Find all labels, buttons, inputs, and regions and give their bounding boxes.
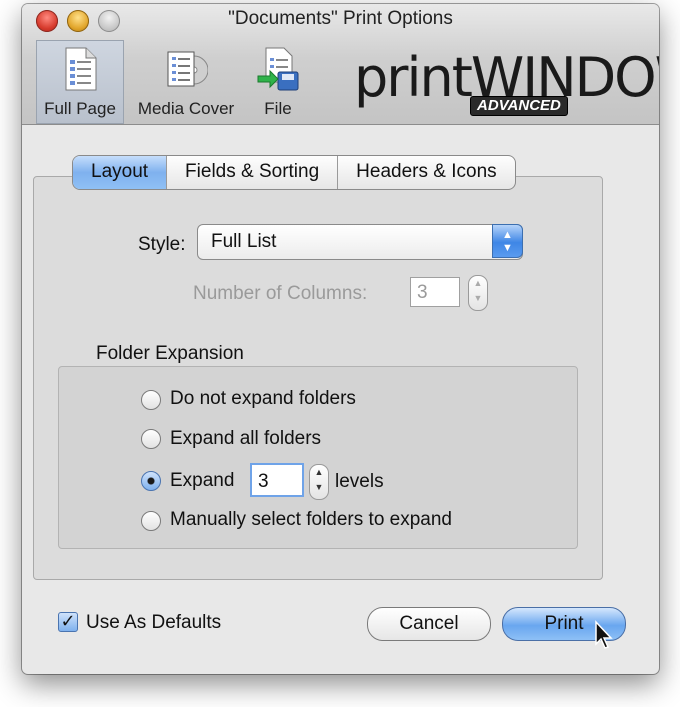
save-file-icon [257,47,299,91]
columns-stepper[interactable]: ▲ ▼ [468,275,488,311]
style-label: Style: [138,234,186,255]
mouse-pointer-icon [595,620,613,649]
radio-label: Manually select folders to expand [170,509,452,530]
toolbar-label: Media Cover [137,99,235,118]
folder-expansion-title: Folder Expansion [96,343,244,364]
updown-arrows-icon: ▲ ▼ [492,224,523,258]
style-value: Full List [211,231,277,252]
radio-manual-select[interactable] [141,511,161,531]
tab-layout[interactable]: Layout [73,156,168,189]
window-title: "Documents" Print Options [228,8,453,29]
media-cover-icon [167,51,208,87]
tab-headers-icons[interactable]: Headers & Icons [338,156,514,189]
toolbar-full-page[interactable]: Full Page [36,40,124,124]
radio-expand-levels[interactable] [141,471,161,491]
toolbar-label: File [264,99,292,118]
levels-label: levels [335,471,384,492]
tab-bar: Layout Fields & Sorting Headers & Icons [72,155,516,190]
use-as-defaults-label: Use As Defaults [86,612,222,633]
radio-label: Expand [170,470,235,491]
toolbar-media-cover[interactable]: Media Cover [128,40,244,124]
toolbar-file[interactable]: File [248,40,308,124]
columns-label: Number of Columns: [193,283,368,304]
cancel-button[interactable]: Cancel [367,607,491,641]
columns-field[interactable]: 3 [410,277,460,307]
use-as-defaults-checkbox[interactable]: ✓ [58,612,78,632]
logo-badge: ADVANCED [470,96,568,116]
radio-expand-all[interactable] [141,429,161,449]
titlebar: "Documents" Print Options Full Page Medi… [22,4,659,125]
printwindow-logo: printWINDOW4.0 ADVANCED [354,48,659,118]
expand-levels-stepper[interactable]: ▲ ▼ [309,464,329,500]
toolbar-label: Full Page [44,99,116,118]
document-icon [65,47,97,91]
radio-label: Do not expand folders [170,388,356,409]
radio-do-not-expand[interactable] [141,390,161,410]
tab-fields-sorting[interactable]: Fields & Sorting [167,156,339,189]
expand-levels-field[interactable]: 3 [250,463,304,497]
style-popup[interactable]: Full List ▲ ▼ [197,224,523,260]
radio-label: Expand all folders [170,428,322,449]
